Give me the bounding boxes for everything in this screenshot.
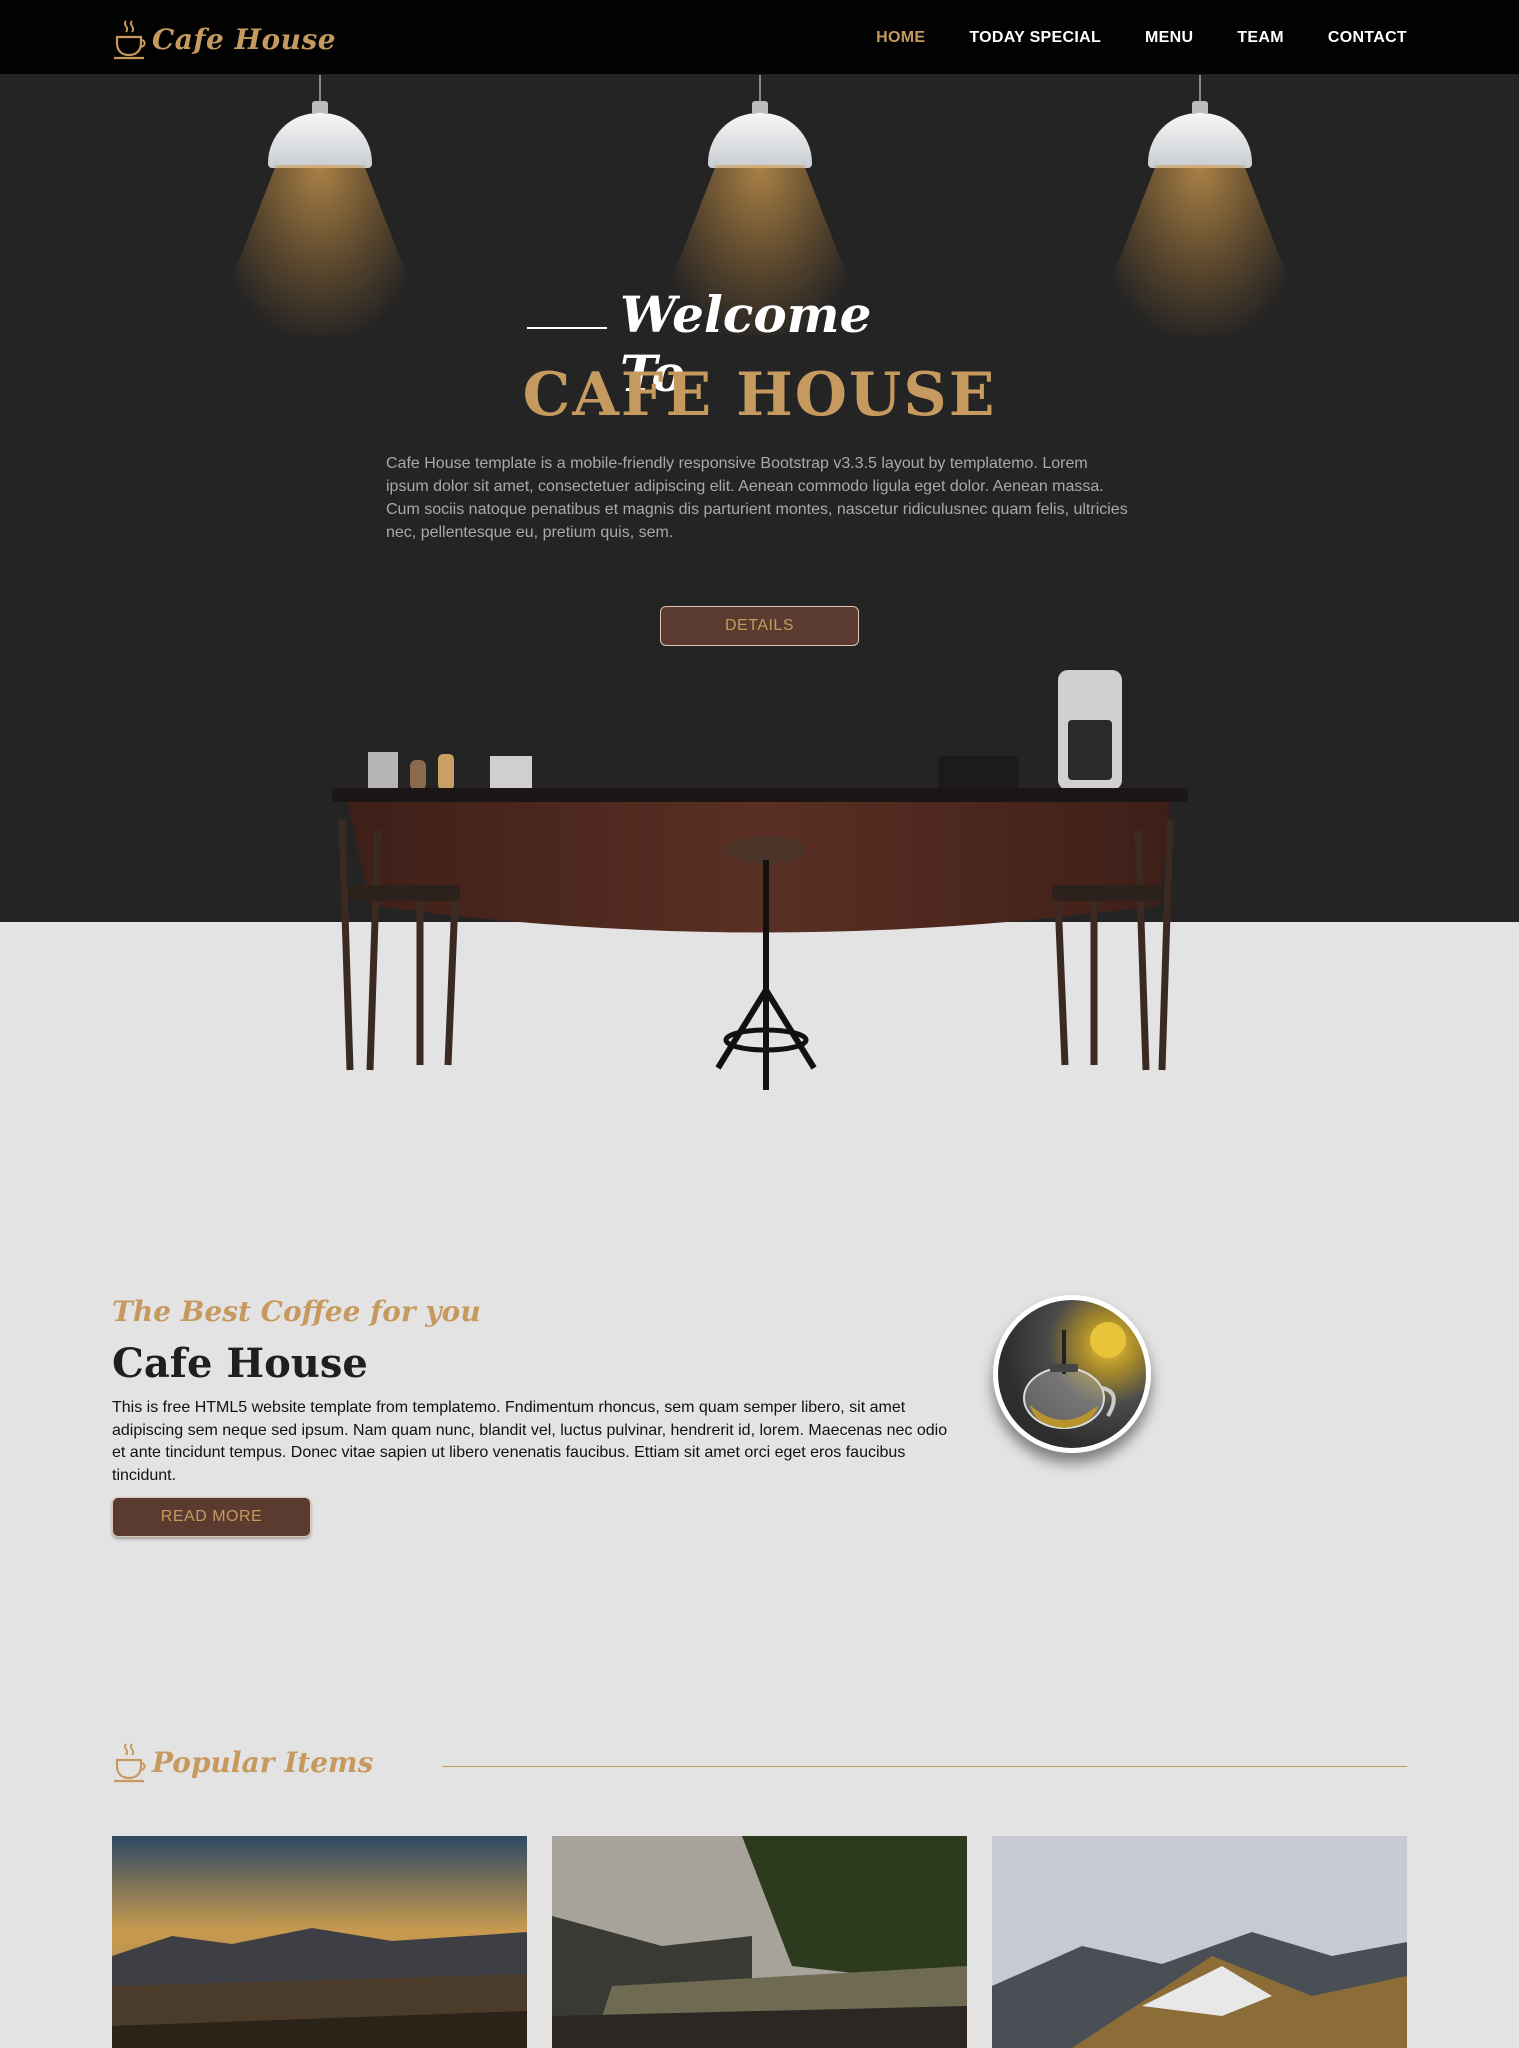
about-title: Cafe House — [112, 1340, 368, 1387]
pendant-lamp-icon — [1070, 75, 1330, 335]
popular-divider — [442, 1766, 1407, 1767]
about-script-title: The Best Coffee for you — [112, 1295, 481, 1328]
coffee-cup-icon — [114, 1743, 146, 1783]
river-forest-photo — [552, 1836, 967, 2048]
about-text: This is free HTML5 website template from… — [112, 1399, 948, 1484]
nav-today-special[interactable]: TODAY SPECIAL — [969, 29, 1101, 47]
welcome-divider — [527, 327, 607, 329]
nav-home[interactable]: HOME — [876, 29, 925, 47]
bar-counter-illustration — [332, 670, 1188, 1090]
nav-contact[interactable]: CONTACT — [1328, 29, 1407, 47]
details-button[interactable]: DETAILS — [660, 606, 859, 646]
mountain-sunset-photo — [112, 1836, 527, 2048]
popular-item-card[interactable] — [992, 1836, 1407, 2048]
teapot-image — [1023, 1322, 1126, 1429]
hero-description: Cafe House template is a mobile-friendly… — [386, 455, 1128, 541]
hero-title: CAFE HOUSE — [522, 360, 997, 430]
pendant-lamp-icon — [190, 75, 450, 335]
brand-logo[interactable]: Cafe House — [112, 17, 336, 61]
popular-item-card[interactable] — [552, 1836, 967, 2048]
popular-items-title: Popular Items — [152, 1745, 374, 1779]
popular-items-heading: Popular Items — [112, 1740, 373, 1784]
coffee-cup-icon — [114, 20, 146, 60]
popular-item-card[interactable] — [112, 1836, 527, 2048]
read-more-button[interactable]: READ MORE — [112, 1497, 311, 1537]
nav-team[interactable]: TEAM — [1237, 29, 1284, 47]
main-menu: HOME TODAY SPECIAL MENU TEAM CONTACT — [832, 0, 1407, 75]
nav-menu[interactable]: MENU — [1145, 29, 1193, 47]
tea-pot-photo — [993, 1295, 1151, 1453]
brand-name: Cafe House — [152, 22, 337, 56]
top-navbar: Cafe House HOME TODAY SPECIAL MENU TEAM … — [0, 0, 1519, 75]
snowy-mountain-photo — [992, 1836, 1407, 2048]
